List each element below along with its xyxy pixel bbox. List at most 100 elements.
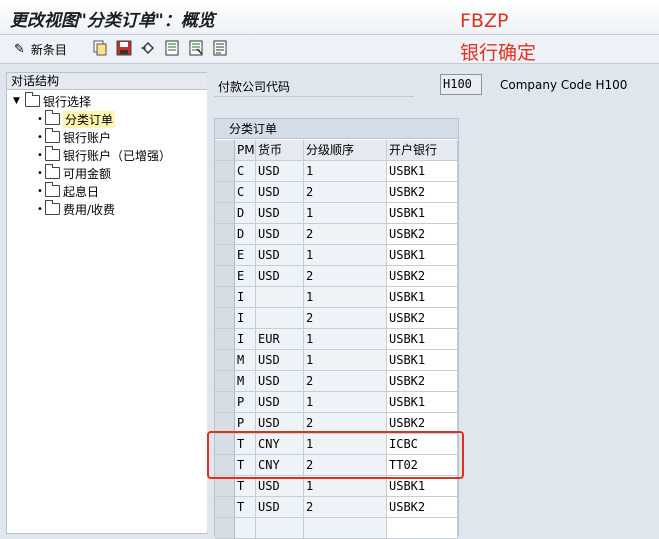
row-selector[interactable] — [215, 182, 235, 203]
new-entries-button[interactable]: ✎ 新条目 — [14, 39, 67, 59]
table-cell: CNY — [256, 434, 304, 455]
folder-icon — [45, 146, 60, 161]
row-selector[interactable] — [215, 203, 235, 224]
folder-icon — [45, 164, 60, 179]
table-cell[interactable]: TT02 — [387, 455, 458, 476]
table-cell: 1 — [304, 350, 387, 371]
table-cell: 2 — [304, 455, 387, 476]
new-entries-label: 新条目 — [30, 42, 67, 57]
dialog-structure-title: 对话结构 — [7, 73, 207, 90]
company-code-row: 付款公司代码 H100 Company Code H100 — [214, 74, 659, 96]
tree-node-available-amounts[interactable]: • 可用金额 — [35, 164, 111, 182]
row-selector[interactable] — [215, 497, 235, 518]
row-selector[interactable] — [215, 287, 235, 308]
bullet-icon: • — [37, 203, 43, 215]
table-cell[interactable]: USBK2 — [387, 371, 458, 392]
table-cell: 1 — [304, 434, 387, 455]
tree-node-root[interactable]: ▼ 银行选择 — [13, 92, 91, 110]
row-selector[interactable] — [215, 266, 235, 287]
row-selector[interactable] — [215, 413, 235, 434]
table-cell: E — [235, 245, 256, 266]
select-all-icon[interactable] — [164, 40, 180, 56]
row-selector[interactable] — [215, 371, 235, 392]
table-cell: 1 — [304, 161, 387, 182]
table-cell: C — [235, 161, 256, 182]
table-cell: USD — [256, 392, 304, 413]
table-cell[interactable]: USBK2 — [387, 224, 458, 245]
table-cell[interactable]: USBK2 — [387, 182, 458, 203]
row-selector[interactable] — [215, 161, 235, 182]
row-selector[interactable] — [215, 392, 235, 413]
table-cell[interactable]: USBK2 — [387, 266, 458, 287]
folder-icon — [45, 200, 60, 215]
table-cell[interactable]: ICBC — [387, 434, 458, 455]
company-code-field[interactable]: H100 — [440, 74, 482, 95]
table-cell[interactable]: USBK1 — [387, 287, 458, 308]
select-all-header[interactable] — [215, 140, 235, 161]
tree-node-bank-accounts[interactable]: • 银行账户 — [35, 128, 111, 146]
row-selector[interactable] — [215, 455, 235, 476]
column-header[interactable]: 开户银行 — [387, 140, 458, 161]
table-cell: USD — [256, 350, 304, 371]
table-cell: USD — [256, 371, 304, 392]
table-cell[interactable]: USBK1 — [387, 350, 458, 371]
company-code-description: Company Code H100 — [500, 78, 628, 92]
annotation-title: 银行确定 — [460, 42, 537, 64]
empty-cell — [304, 518, 387, 539]
column-header[interactable]: PM — [235, 140, 256, 161]
table-cell: 2 — [304, 224, 387, 245]
table-cell[interactable]: USBK1 — [387, 392, 458, 413]
table-cell[interactable]: USBK1 — [387, 161, 458, 182]
table-cell: M — [235, 371, 256, 392]
save-icon[interactable] — [116, 40, 132, 56]
folder-icon — [25, 92, 40, 107]
table-cell[interactable]: USBK1 — [387, 203, 458, 224]
row-selector[interactable] — [215, 434, 235, 455]
empty-cell[interactable] — [387, 518, 458, 539]
tree-node-label: 起息日 — [63, 184, 100, 199]
table-cell[interactable]: USBK1 — [387, 476, 458, 497]
tree-node-value-date[interactable]: • 起息日 — [35, 182, 99, 200]
bullet-icon: • — [37, 185, 43, 197]
deselect-icon[interactable] — [188, 40, 204, 56]
page-title: 更改视图"分类订单"：概览 — [10, 11, 215, 31]
row-selector[interactable] — [215, 350, 235, 371]
table-cell: 2 — [304, 182, 387, 203]
table-cell: 1 — [304, 245, 387, 266]
bullet-icon: • — [37, 149, 43, 161]
expand-triangle-icon[interactable]: ▼ — [13, 96, 25, 106]
undo-icon[interactable] — [140, 40, 156, 56]
table-cell: P — [235, 392, 256, 413]
tree-node-bank-accounts-enhanced[interactable]: • 银行账户（已增强） — [35, 146, 171, 164]
tree-node-charges[interactable]: • 费用/收费 — [35, 200, 115, 218]
table-cell: USD — [256, 245, 304, 266]
table-cell[interactable]: USBK2 — [387, 308, 458, 329]
copy-icon[interactable] — [92, 40, 108, 56]
folder-icon — [45, 128, 60, 143]
row-selector[interactable] — [215, 329, 235, 350]
row-selector[interactable] — [215, 224, 235, 245]
tree-node-sort-order[interactable]: • 分类订单 — [35, 110, 116, 128]
dialog-structure-panel: 对话结构 ▼ 银行选择 • 分类订单 • 银行账户 • 银行账户（已增强） • … — [6, 72, 208, 534]
table-cell: I — [235, 329, 256, 350]
table-cell: C — [235, 182, 256, 203]
table-cell[interactable]: USBK2 — [387, 413, 458, 434]
table-cell: USD — [256, 161, 304, 182]
table-cell: D — [235, 224, 256, 245]
table-cell[interactable]: USBK1 — [387, 245, 458, 266]
table-cell: 1 — [304, 476, 387, 497]
row-selector[interactable] — [215, 518, 235, 539]
tree-node-label: 银行账户 — [63, 130, 112, 145]
row-selector[interactable] — [215, 308, 235, 329]
table-cell: 1 — [304, 203, 387, 224]
panel-splitter[interactable] — [207, 72, 212, 532]
table-cell[interactable]: USBK1 — [387, 329, 458, 350]
table-cell[interactable]: USBK2 — [387, 497, 458, 518]
select-block-icon[interactable] — [212, 40, 228, 56]
column-header[interactable]: 货币 — [256, 140, 304, 161]
table-cell: I — [235, 287, 256, 308]
column-header[interactable]: 分级顺序 — [304, 140, 387, 161]
row-selector[interactable] — [215, 476, 235, 497]
row-selector[interactable] — [215, 245, 235, 266]
title-bar: 更改视图"分类订单"：概览 — [0, 0, 659, 35]
